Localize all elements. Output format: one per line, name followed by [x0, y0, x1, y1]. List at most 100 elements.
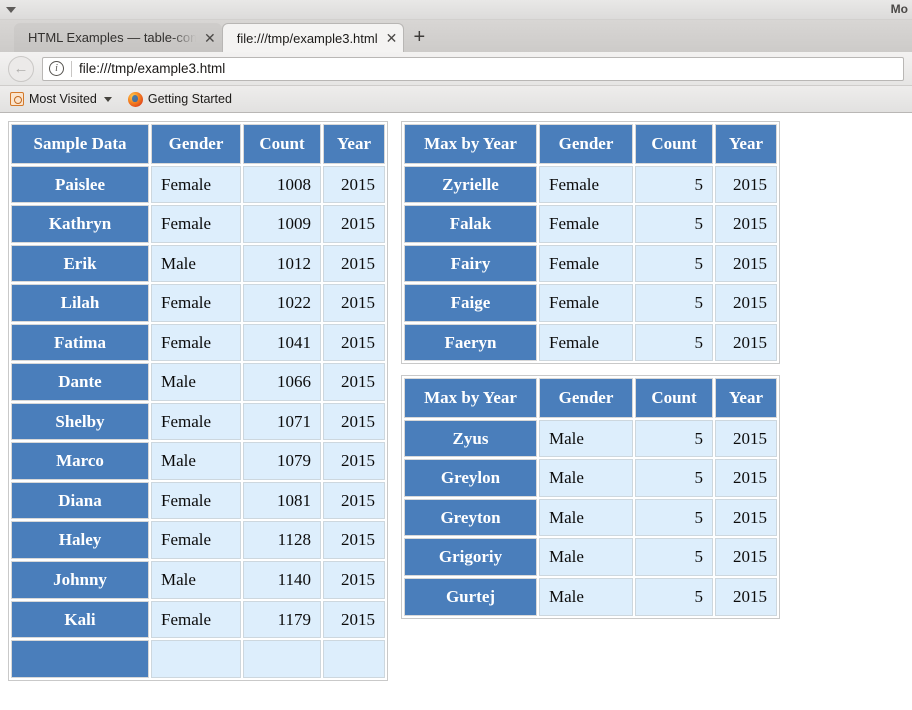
- new-tab-button[interactable]: +: [404, 23, 434, 52]
- table-header-row: Sample Data Gender Count Year: [11, 124, 385, 164]
- row-header-name: Shelby: [11, 402, 149, 441]
- table-row: Haley Female 1128 2015: [11, 521, 385, 560]
- row-header-name: Kathryn: [11, 205, 149, 243]
- row-header-name: Erik: [11, 244, 149, 283]
- most-visited-icon: [10, 92, 24, 106]
- cell-year: 2015: [715, 323, 777, 362]
- row-header-name: Faeryn: [404, 323, 537, 362]
- bookmark-label: Most Visited: [29, 92, 97, 106]
- cell-gender: Female: [151, 521, 241, 560]
- table-row: Fairy Female 5 2015: [404, 244, 777, 283]
- cell-count: 5: [635, 498, 713, 537]
- url-text: file:///tmp/example3.html: [79, 61, 226, 76]
- page-info-icon[interactable]: i: [49, 61, 64, 76]
- cell-gender: Male: [539, 538, 633, 577]
- table-head: Max by Year Gender Count Year: [404, 378, 777, 418]
- row-header-name: Kali: [11, 600, 149, 639]
- cell-count: 1179: [243, 600, 321, 639]
- cell-gender: Female: [151, 402, 241, 441]
- tab-label: HTML Examples — table-compo: [28, 30, 196, 45]
- tab-list-dropdown-icon[interactable]: [6, 6, 16, 13]
- cell-year: 2015: [323, 521, 385, 560]
- cell-gender: Female: [539, 165, 633, 204]
- cell-count: 5: [635, 459, 713, 497]
- table-row: Diana Female 1081 2015: [11, 481, 385, 520]
- url-bar[interactable]: i file:///tmp/example3.html: [42, 56, 904, 81]
- cell-year: 2015: [715, 165, 777, 204]
- column-header-name: Max by Year: [404, 378, 537, 418]
- close-icon[interactable]: ✕: [204, 31, 216, 45]
- cell-count: 5: [635, 323, 713, 362]
- cell-count: 1071: [243, 402, 321, 441]
- cell-count: 5: [635, 165, 713, 204]
- cell-count: 1012: [243, 244, 321, 283]
- bookmark-most-visited[interactable]: Most Visited: [10, 92, 112, 106]
- table-body: Zyrielle Female 5 2015 Falak Female 5 2015 Fairy…: [404, 165, 777, 362]
- cell-count: 1041: [243, 323, 321, 362]
- cell-count: [243, 640, 321, 678]
- column-header-year: Year: [715, 378, 777, 418]
- table-head: Max by Year Gender Count Year: [404, 124, 777, 164]
- row-header-name: Falak: [404, 205, 537, 243]
- cell-gender: Male: [151, 561, 241, 599]
- navigation-toolbar: ← i file:///tmp/example3.html: [0, 52, 912, 86]
- cell-year: 2015: [715, 578, 777, 616]
- cell-gender: [151, 640, 241, 678]
- cell-year: 2015: [323, 561, 385, 599]
- page-viewport: Sample Data Gender Count Year Paislee Fem…: [0, 113, 912, 710]
- back-button-icon[interactable]: ←: [8, 55, 34, 82]
- column-header-year: Year: [323, 124, 385, 164]
- cell-count: 1128: [243, 521, 321, 560]
- cell-gender: Male: [539, 419, 633, 458]
- firefox-icon: [127, 91, 143, 107]
- column-header-count: Count: [635, 124, 713, 164]
- tab-html-examples[interactable]: HTML Examples — table-compo ✕: [14, 23, 222, 52]
- cell-count: 5: [635, 419, 713, 458]
- row-header-name: Paislee: [11, 165, 149, 204]
- column-header-count: Count: [635, 378, 713, 418]
- cell-gender: Male: [539, 498, 633, 537]
- row-header-name: Greylon: [404, 459, 537, 497]
- tab-example3[interactable]: file:///tmp/example3.html ✕: [221, 23, 405, 52]
- cell-count: 5: [635, 538, 713, 577]
- row-header-name: Fatima: [11, 323, 149, 362]
- cell-count: 1081: [243, 481, 321, 520]
- table-body: Zyus Male 5 2015 Greylon Male 5 2015 Greyton Male…: [404, 419, 777, 616]
- cell-gender: Female: [539, 205, 633, 243]
- table-header-row: Max by Year Gender Count Year: [404, 378, 777, 418]
- table-row: Kali Female 1179 2015: [11, 600, 385, 639]
- row-header-name: Dante: [11, 363, 149, 401]
- cell-gender: Male: [151, 244, 241, 283]
- table-body: Paislee Female 1008 2015 Kathryn Female 1009 20…: [11, 165, 385, 678]
- bookmark-getting-started[interactable]: Getting Started: [127, 91, 232, 107]
- column-header-gender: Gender: [539, 378, 633, 418]
- table-row: Grigoriy Male 5 2015: [404, 538, 777, 577]
- cell-year: 2015: [323, 363, 385, 401]
- cell-count: 5: [635, 284, 713, 322]
- url-separator: [71, 60, 72, 77]
- cell-count: 1140: [243, 561, 321, 599]
- cell-gender: Female: [539, 284, 633, 322]
- table-row: Faeryn Female 5 2015: [404, 323, 777, 362]
- cell-gender: Male: [539, 459, 633, 497]
- table-row: Gurtej Male 5 2015: [404, 578, 777, 616]
- cell-year: 2015: [323, 244, 385, 283]
- cell-year: 2015: [323, 600, 385, 639]
- cell-gender: Female: [151, 165, 241, 204]
- cell-count: 1079: [243, 442, 321, 480]
- tables-container: Sample Data Gender Count Year Paislee Fem…: [8, 121, 912, 681]
- tab-strip: HTML Examples — table-compo ✕ file:///tm…: [0, 20, 912, 52]
- cell-gender: Male: [539, 578, 633, 616]
- table-row: Kathryn Female 1009 2015: [11, 205, 385, 243]
- cell-count: 5: [635, 205, 713, 243]
- cell-year: 2015: [715, 419, 777, 458]
- cell-year: 2015: [715, 205, 777, 243]
- cell-count: 1009: [243, 205, 321, 243]
- table-max-by-year-male: Max by Year Gender Count Year Zyus Male 5 2…: [401, 375, 780, 619]
- table-row: Johnny Male 1140 2015: [11, 561, 385, 599]
- table-row: Greylon Male 5 2015: [404, 459, 777, 497]
- cell-year: [323, 640, 385, 678]
- column-header-gender: Gender: [151, 124, 241, 164]
- table-row: Zyrielle Female 5 2015: [404, 165, 777, 204]
- close-icon[interactable]: ✕: [386, 31, 398, 45]
